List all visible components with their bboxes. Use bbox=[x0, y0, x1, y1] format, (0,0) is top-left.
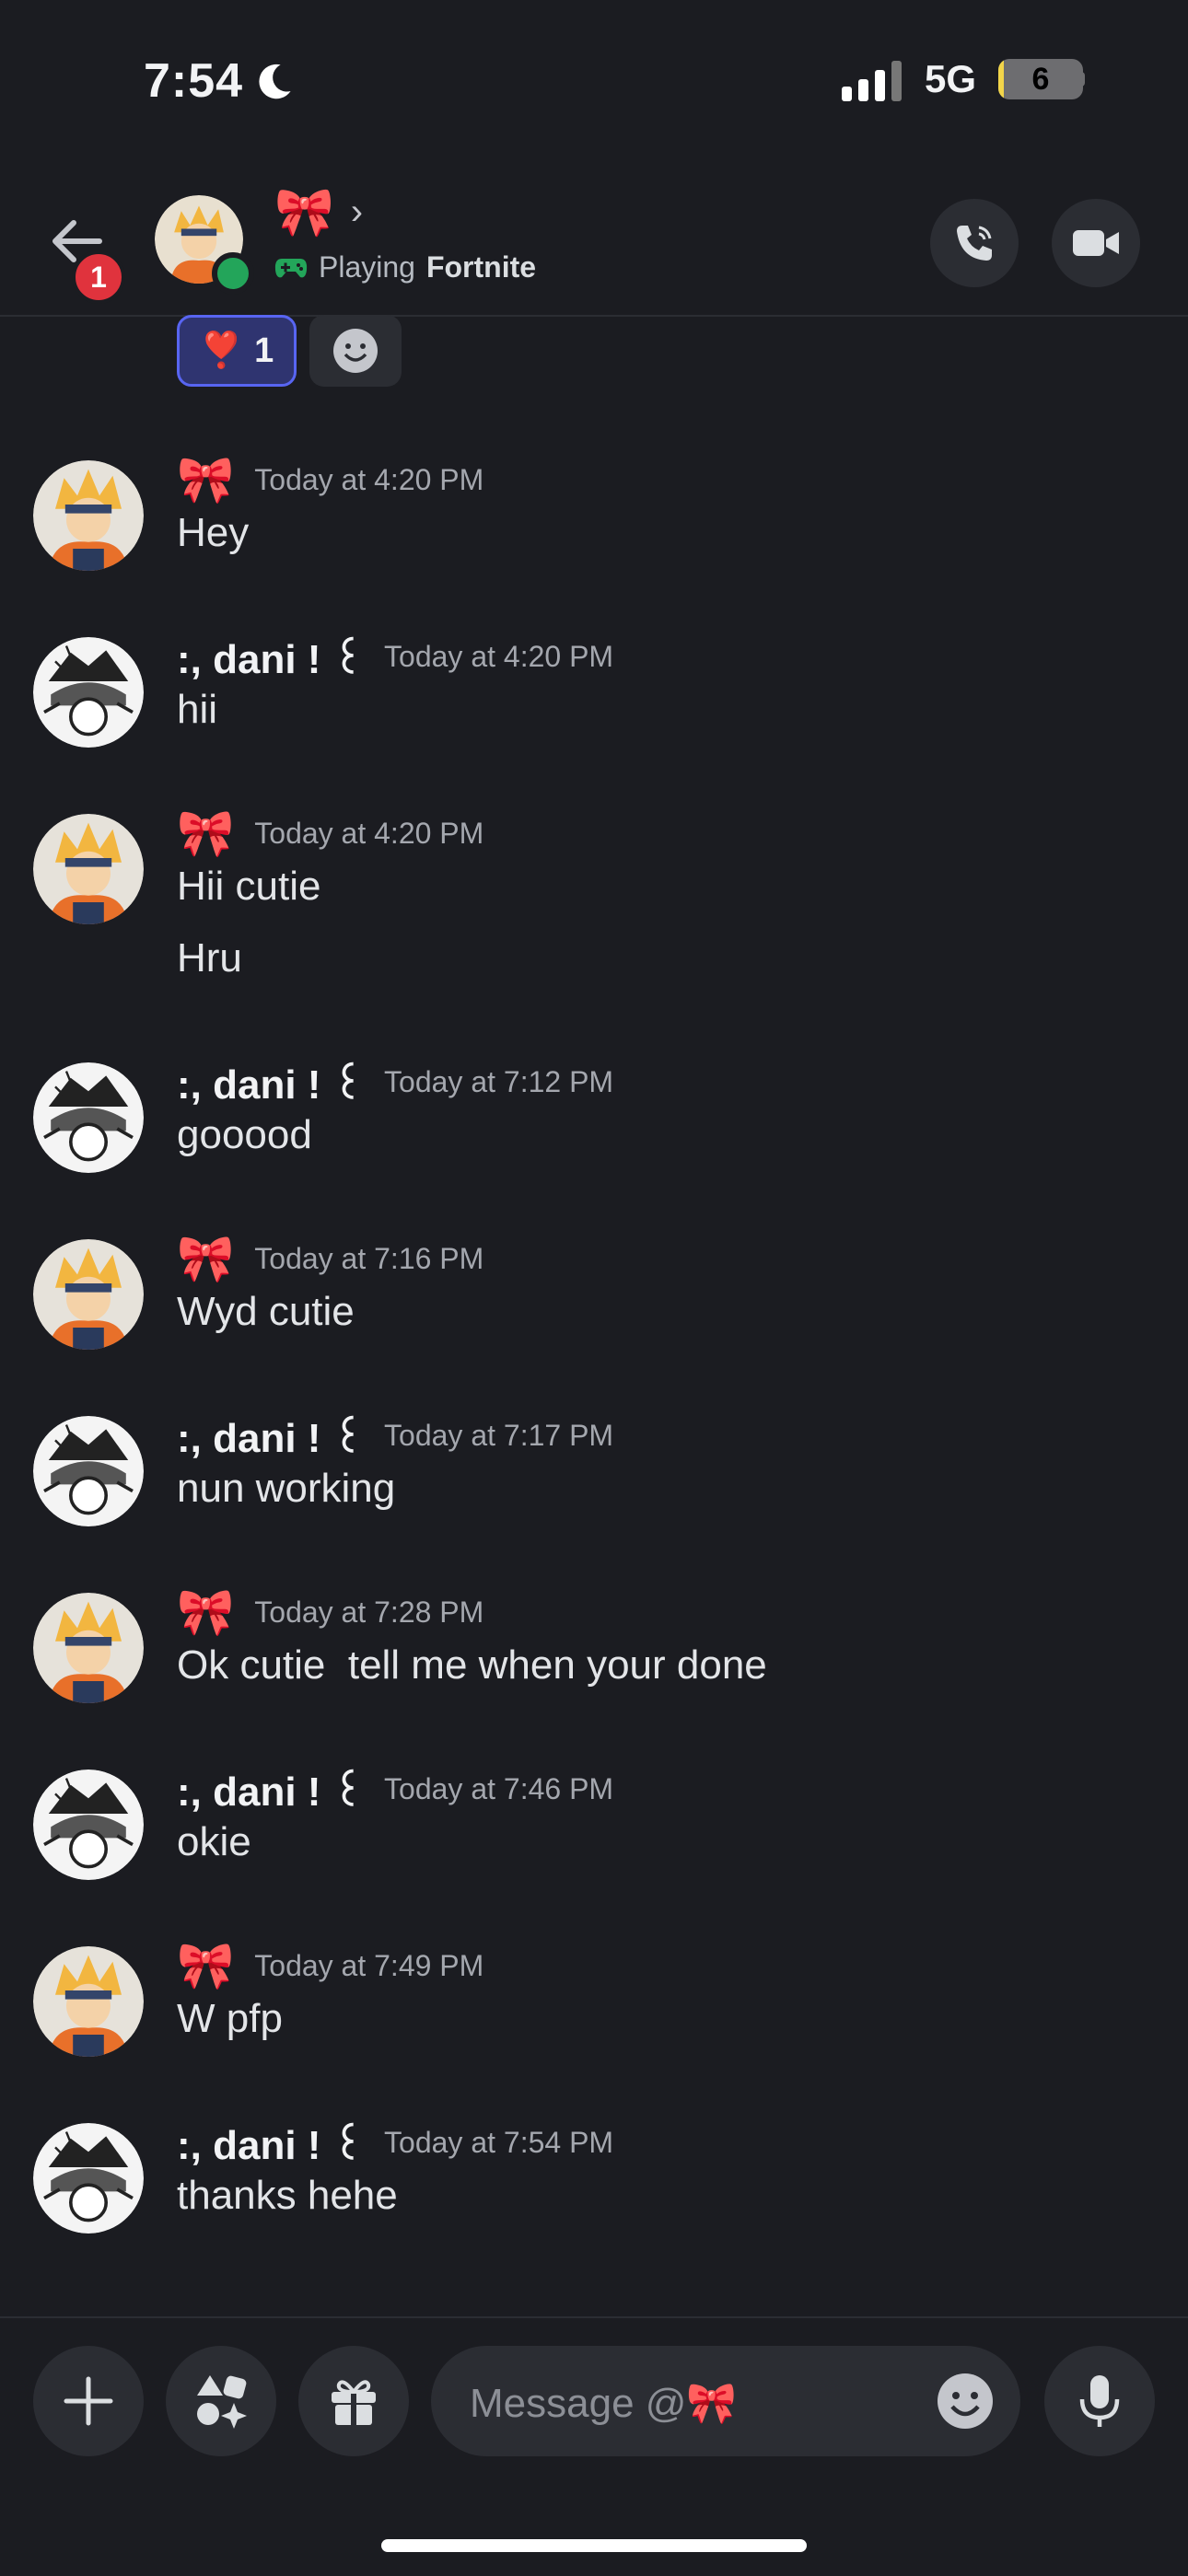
avatar[interactable] bbox=[33, 460, 144, 571]
message-text: nun working bbox=[177, 1466, 396, 1511]
timestamp: Today at 7:49 PM bbox=[254, 1949, 484, 1982]
message-text: W pfp bbox=[177, 1996, 283, 2041]
unread-badge: 1 bbox=[72, 250, 125, 304]
avatar[interactable] bbox=[33, 1062, 144, 1173]
username[interactable]: :, dani ! ꒰ bbox=[177, 1409, 364, 1462]
attach-button[interactable] bbox=[33, 2346, 144, 2456]
avatar[interactable] bbox=[33, 1593, 144, 1703]
smiley-icon bbox=[333, 329, 378, 373]
chevron-right-icon: › bbox=[350, 191, 364, 232]
message-composer: Message @🎀 bbox=[0, 2316, 1188, 2576]
message-text: gooood bbox=[177, 1112, 312, 1157]
home-indicator bbox=[381, 2539, 807, 2552]
dm-title-text: 🎀 bbox=[274, 186, 334, 239]
cellular-signal-icon bbox=[842, 61, 902, 101]
add-reaction-button[interactable] bbox=[309, 315, 402, 387]
message-meta: 🎀 Today at 7:49 PM bbox=[177, 1939, 483, 1993]
gift-button[interactable] bbox=[298, 2346, 409, 2456]
apps-icon bbox=[197, 2375, 247, 2429]
username[interactable]: 🎀 bbox=[177, 1585, 234, 1640]
voice-message-button[interactable] bbox=[1044, 2346, 1155, 2456]
voice-call-button[interactable] bbox=[930, 199, 1019, 287]
timestamp: Today at 4:20 PM bbox=[254, 817, 484, 850]
timestamp: Today at 4:20 PM bbox=[384, 639, 614, 673]
network-type: 5G bbox=[925, 57, 977, 100]
message-meta: 🎀 Today at 4:20 PM bbox=[177, 806, 483, 861]
username[interactable]: 🎀 bbox=[177, 1232, 234, 1286]
avatar[interactable] bbox=[33, 2123, 144, 2234]
battery-icon: 6 bbox=[998, 59, 1083, 99]
timestamp: Today at 7:16 PM bbox=[254, 1242, 484, 1275]
avatar[interactable] bbox=[33, 1239, 144, 1350]
activity-prefix: Playing bbox=[319, 250, 415, 284]
online-status-dot bbox=[212, 252, 254, 295]
microphone-icon bbox=[1079, 2375, 1120, 2427]
dm-title[interactable]: 🎀 › bbox=[274, 184, 363, 240]
reaction-emoji: ❣️ bbox=[199, 331, 244, 370]
username[interactable]: 🎀 bbox=[177, 1939, 234, 1993]
dm-header: 1 🎀 › Playing Fortnite bbox=[0, 175, 1188, 317]
username[interactable]: :, dani ! ꒰ bbox=[177, 630, 364, 683]
message-text: Wyd cutie bbox=[177, 1289, 355, 1334]
message-input[interactable]: Message @🎀 bbox=[431, 2346, 1020, 2456]
clock: 7:54 bbox=[144, 53, 295, 109]
timestamp: Today at 7:28 PM bbox=[254, 1595, 484, 1629]
video-camera-icon bbox=[1073, 230, 1119, 256]
clock-text: 7:54 bbox=[144, 54, 244, 108]
message-text: okie bbox=[177, 1819, 251, 1864]
avatar[interactable] bbox=[33, 1946, 144, 2057]
gift-icon bbox=[332, 2380, 376, 2425]
message-text: hii bbox=[177, 687, 218, 732]
battery-percent: 6 bbox=[1031, 62, 1050, 97]
message-meta: 🎀 Today at 7:16 PM bbox=[177, 1232, 483, 1286]
gamepad-icon bbox=[274, 258, 308, 277]
emoji-picker-icon[interactable] bbox=[936, 2372, 995, 2431]
username[interactable]: 🎀 bbox=[177, 806, 234, 861]
message-text: Ok cutie tell me when your done bbox=[177, 1642, 767, 1688]
avatar[interactable] bbox=[33, 814, 144, 924]
reaction-count: 1 bbox=[254, 331, 274, 370]
username[interactable]: :, dani ! ꒰ bbox=[177, 2116, 364, 2169]
video-call-button[interactable] bbox=[1052, 199, 1140, 287]
message-meta: :, dani ! ꒰ Today at 4:20 PM bbox=[177, 630, 613, 683]
timestamp: Today at 7:46 PM bbox=[384, 1771, 614, 1805]
activity-game: Fortnite bbox=[425, 250, 537, 284]
username[interactable]: :, dani ! ꒰ bbox=[177, 1762, 364, 1816]
plus-icon bbox=[64, 2376, 113, 2426]
message-text: thanks hehe bbox=[177, 2173, 398, 2218]
moon-icon bbox=[259, 64, 291, 99]
username[interactable]: :, dani ! ꒰ bbox=[177, 1055, 364, 1108]
message-text: Hii cutie bbox=[177, 864, 321, 909]
message-text: Hey bbox=[177, 510, 250, 555]
timestamp: Today at 7:12 PM bbox=[384, 1064, 614, 1098]
message-meta: :, dani ! ꒰ Today at 7:17 PM bbox=[177, 1409, 613, 1462]
message-text: Hru bbox=[177, 935, 242, 981]
reaction-heart[interactable]: ❣️ 1 bbox=[177, 315, 297, 387]
avatar[interactable] bbox=[33, 1770, 144, 1880]
avatar[interactable] bbox=[33, 637, 144, 748]
timestamp: Today at 4:20 PM bbox=[254, 463, 484, 496]
message-meta: 🎀 Today at 4:20 PM bbox=[177, 453, 483, 507]
timestamp: Today at 7:17 PM bbox=[384, 1418, 614, 1452]
timestamp: Today at 7:54 PM bbox=[384, 2125, 614, 2159]
apps-button[interactable] bbox=[166, 2346, 276, 2456]
phone-icon bbox=[957, 226, 992, 261]
message-meta: :, dani ! ꒰ Today at 7:12 PM bbox=[177, 1055, 613, 1108]
avatar[interactable] bbox=[33, 1416, 144, 1526]
activity-status: Playing Fortnite bbox=[274, 250, 536, 284]
message-meta: 🎀 Today at 7:28 PM bbox=[177, 1585, 483, 1640]
message-input-placeholder: Message @🎀 bbox=[470, 2381, 738, 2426]
username[interactable]: 🎀 bbox=[177, 453, 234, 507]
battery-tip bbox=[1079, 72, 1085, 87]
message-meta: :, dani ! ꒰ Today at 7:54 PM bbox=[177, 2116, 613, 2169]
message-meta: :, dani ! ꒰ Today at 7:46 PM bbox=[177, 1762, 613, 1816]
status-bar: 7:54 5G 6 bbox=[0, 0, 1188, 157]
